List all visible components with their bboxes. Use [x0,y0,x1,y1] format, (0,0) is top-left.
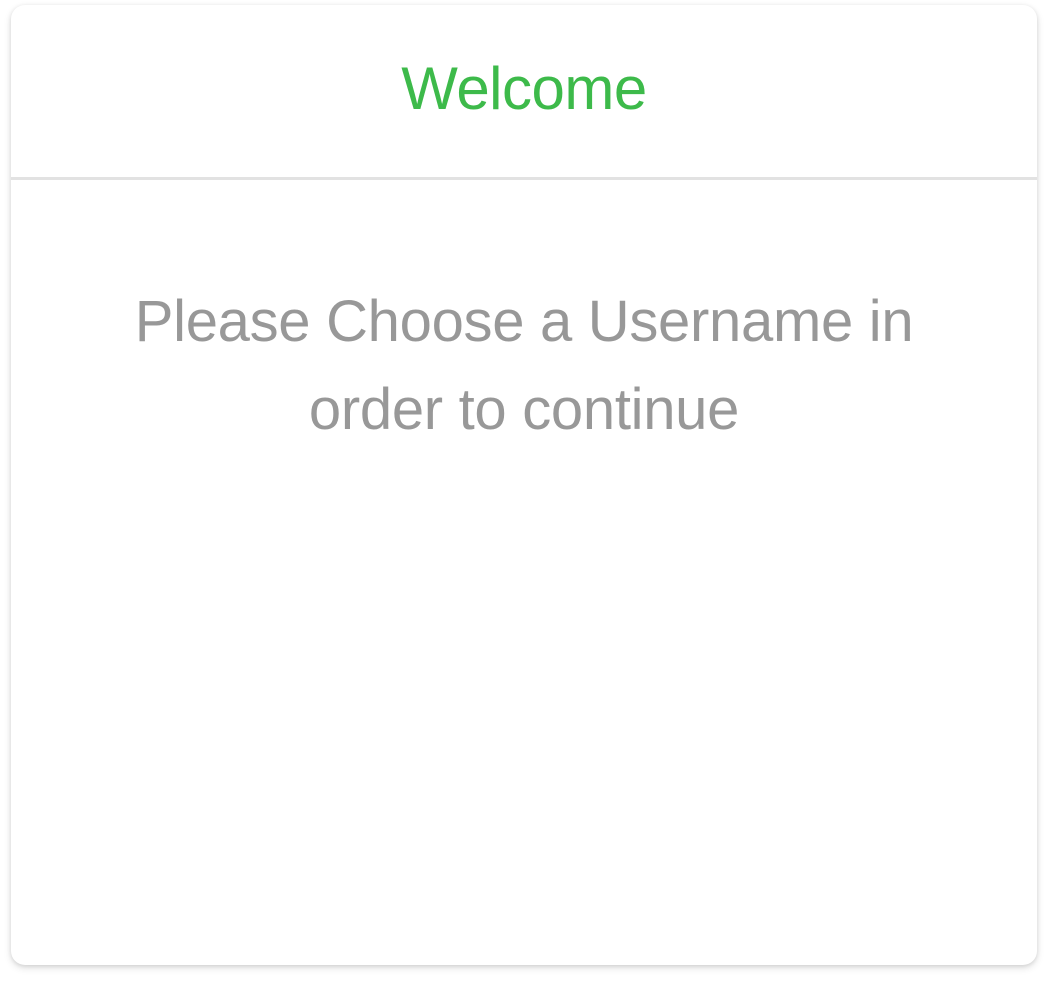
dialog-title: Welcome [401,55,647,122]
dialog-message: Please Choose a Username in order to con… [134,289,914,442]
page: Welcome Please Choose a Username in orde… [0,0,1048,982]
welcome-dialog: Welcome Please Choose a Username in orde… [11,5,1037,965]
dialog-header: Welcome [11,5,1037,180]
dialog-body: Please Choose a Username in order to con… [11,180,1037,965]
